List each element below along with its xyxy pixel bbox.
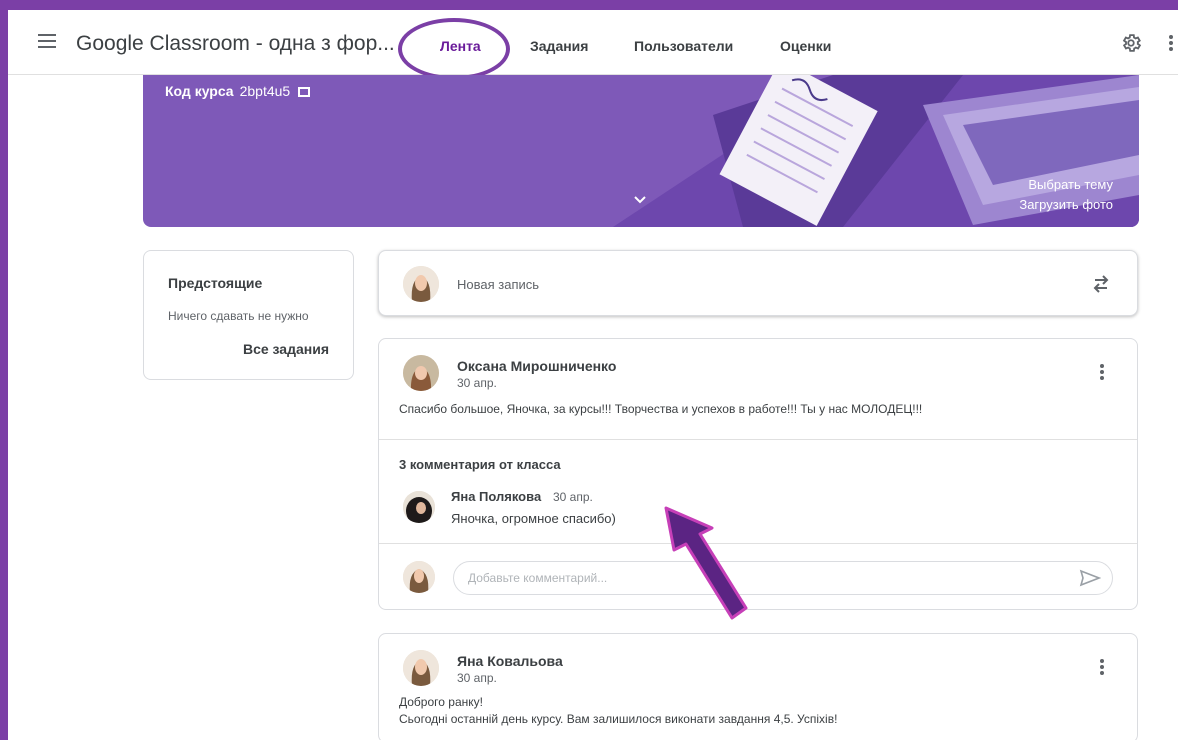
upcoming-empty-text: Ничего сдавать не нужно xyxy=(168,309,309,323)
post-author: Яна Ковальова xyxy=(457,653,563,669)
upcoming-panel: Предстоящие Ничего сдавать не нужно Все … xyxy=(143,250,354,380)
annotation-arrow xyxy=(664,506,748,620)
all-assignments-link[interactable]: Все задания xyxy=(243,341,329,357)
upload-photo-link[interactable]: Загрузить фото xyxy=(1019,197,1113,212)
post-date: 30 апр. xyxy=(457,671,497,685)
annotation-frame-top xyxy=(0,0,1178,10)
avatar xyxy=(403,491,435,523)
comment-author: Яна Полякова xyxy=(451,489,542,504)
gear-icon[interactable] xyxy=(1120,32,1142,54)
avatar xyxy=(403,650,439,686)
class-comments-link[interactable]: 3 комментария от класса xyxy=(399,457,561,472)
new-post-placeholder: Новая запись xyxy=(457,277,540,292)
more-vert-icon[interactable] xyxy=(1099,658,1105,676)
new-post-composer[interactable]: Новая запись xyxy=(378,250,1138,316)
repost-icon[interactable] xyxy=(1091,273,1111,295)
course-banner: Код курса 2bpt4u5 Выбрать тему Загрузить … xyxy=(143,75,1139,227)
menu-icon[interactable] xyxy=(38,34,56,48)
tab-classwork[interactable]: Задания xyxy=(530,38,588,54)
choose-theme-link[interactable]: Выбрать тему xyxy=(1028,177,1113,192)
app-title: Google Classroom - одна з фор... xyxy=(76,32,395,55)
comment-text: Яночка, огромное спасибо) xyxy=(451,511,616,526)
comment-date: 30 апр. xyxy=(553,490,593,504)
post-text: Спасибо большое, Яночка, за курсы!!! Тво… xyxy=(399,402,923,416)
annotation-ellipse xyxy=(398,18,510,80)
tab-grades[interactable]: Оценки xyxy=(780,38,831,54)
comment-input[interactable] xyxy=(453,561,1113,595)
more-vert-icon[interactable] xyxy=(1168,34,1174,52)
fullscreen-icon[interactable] xyxy=(298,87,311,97)
more-vert-icon[interactable] xyxy=(1099,363,1105,381)
avatar xyxy=(403,266,439,302)
chevron-down-icon[interactable] xyxy=(633,195,647,205)
avatar xyxy=(403,355,439,391)
top-app-bar: Google Classroom - одна з фор... Лента З… xyxy=(8,10,1178,75)
course-code: Код курса 2bpt4u5 xyxy=(165,83,311,99)
annotation-frame-left xyxy=(0,0,8,740)
upcoming-title: Предстоящие xyxy=(168,275,263,291)
post-card: Яна Ковальова 30 апр. Доброго ранку! Сьо… xyxy=(378,633,1138,740)
divider xyxy=(379,439,1137,440)
post-text-line: Сьогодні останній день курсу. Вам залиши… xyxy=(399,712,838,726)
post-author: Оксана Мирошниченко xyxy=(457,358,617,374)
post-date: 30 апр. xyxy=(457,376,497,390)
send-icon[interactable] xyxy=(1079,569,1101,587)
tab-people[interactable]: Пользователи xyxy=(634,38,733,54)
avatar xyxy=(403,561,435,593)
post-text-line: Доброго ранку! xyxy=(399,695,483,709)
